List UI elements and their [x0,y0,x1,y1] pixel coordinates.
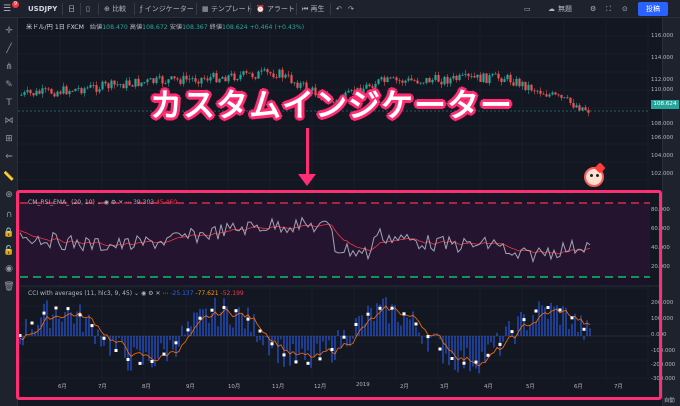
low-label: 安値 [169,24,183,31]
price-tick: 108.000 [651,121,674,127]
high-label: 高値 [129,24,143,31]
indicator-highlight-box [16,190,662,400]
open-value: 108.470 [102,24,128,31]
close-value: 108.624 [222,24,248,31]
high-value: 108.672 [142,24,168,31]
arrow-down-icon [298,174,316,186]
auto-scale-toggle[interactable]: 自動 [664,396,675,404]
current-price-label: 108.624 [651,100,679,109]
price-tick: 114.000 [651,55,674,61]
annotation-arrow-shaft [306,128,309,178]
symbol-legend: 米ドル/円 1日 FXCM 始値108.470 高値108.672 安値108.… [26,22,304,31]
price-tick: 112.000 [651,77,674,83]
legend-symbol[interactable]: 米ドル/円 [26,24,53,31]
open-label: 始値 [89,24,103,31]
price-tick: 102.000 [651,171,674,177]
price-tick: 116.000 [651,33,674,39]
annotation-title: カスタムインジケーター [150,86,514,124]
close-label: 終値 [209,24,223,31]
price-tick: 104.000 [651,153,674,159]
price-tick: 106.000 [651,135,674,141]
mascot-eye [596,174,599,177]
price-tick: 110.000 [651,87,674,93]
low-value: 108.367 [182,24,208,31]
legend-interval: 1日 [54,24,65,31]
legend-exchange: FXCM [66,24,84,31]
mascot-eye [590,174,593,177]
change-value: +0.464 (+0.43%) [249,24,305,31]
